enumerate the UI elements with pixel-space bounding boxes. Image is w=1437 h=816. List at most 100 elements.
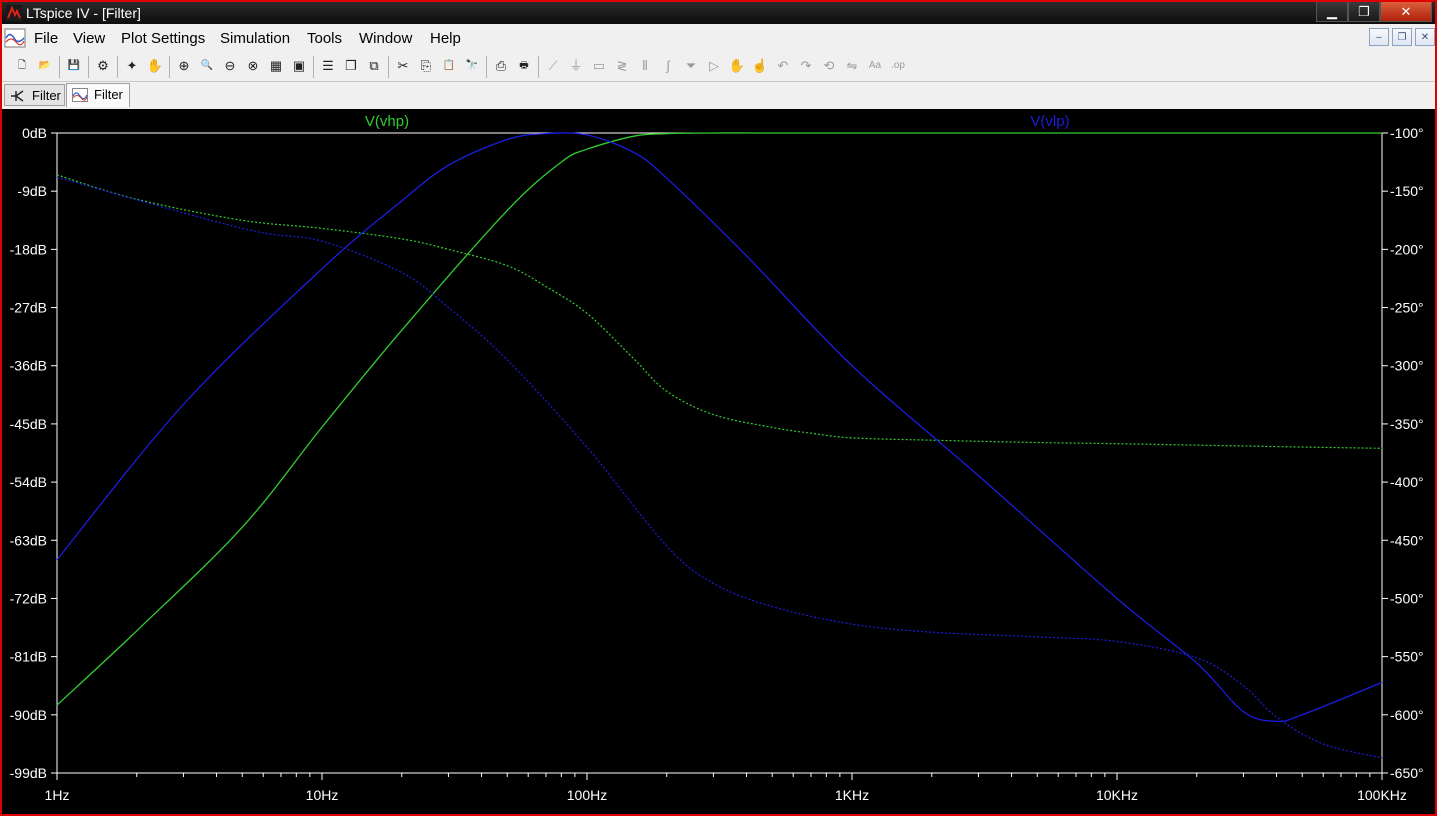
cut-icon[interactable]: ✂ [393,56,413,76]
y-left-tick-label: -90dB [10,707,47,723]
rotate-icon[interactable]: ⟲ [819,56,839,76]
menu-simulation[interactable]: Simulation [220,30,290,47]
y-left-tick-label: -81dB [10,649,47,665]
y-left-tick-label: 0dB [22,125,47,141]
find-icon[interactable]: 🔭 [462,56,482,76]
legend-vvlp: V(vlp) [1030,113,1069,130]
pan-hand-icon[interactable]: ✋ [145,56,165,76]
spice-directive-icon[interactable]: .op [888,56,908,76]
label-icon[interactable]: ▭ [589,56,609,76]
print-preview-icon[interactable]: ⎙ [491,56,511,76]
minimize-button[interactable]: ▁ [1316,2,1348,22]
x-tick-label: 100KHz [1357,787,1407,803]
x-tick-label: 100Hz [567,787,607,803]
print-icon[interactable]: 🖶 [514,56,534,76]
menu-file[interactable]: File [34,30,58,47]
y-right-tick-label: -550° [1390,649,1424,665]
waveform-document-icon[interactable] [4,28,26,48]
y-right-tick-label: -100° [1390,125,1424,141]
waveform-plot[interactable]: 0dB -9dB -18dB -27dB -36dB -45dB -54dB -63dB -72… [2,109,1435,814]
drag-icon[interactable]: ☝ [750,56,770,76]
y-right-tick-label: -400° [1390,474,1424,490]
text-icon[interactable]: Aa [865,56,885,76]
ltspice-logo-icon [6,5,22,21]
y-left-tick-label: -45dB [10,416,47,432]
menu-window[interactable]: Window [359,30,412,47]
tab-schematic-filter[interactable]: Filter [4,84,65,106]
zoom-out-icon[interactable]: ⊖ [220,56,240,76]
series-vvlp-phase [56,176,1383,759]
capacitor-icon[interactable]: ⫴ [635,56,655,76]
tab-label: Filter [32,88,61,103]
y-left-tick-label: -27dB [10,300,47,316]
series-vvlp-magnitude [56,132,1383,723]
fit-icon[interactable]: ▣ [289,56,309,76]
x-tick-label: 10KHz [1096,787,1138,803]
ground-icon[interactable]: ⏚ [566,56,586,76]
zoom-area-icon[interactable]: 🔍 [197,56,217,76]
toolbar: 🗋 📂 💾 ⚙ ✦ ✋ ⊕ 🔍 ⊖ ⊗ ▦ ▣ ☰ ❐ ⧉ ✂ ⎘ 📋 🔭 ⎙ 🖶 ⟋ ⏚ ▭ ≷ ⫴ ∫ ⏷ ▷ ✋ ☝ ↶ ↷ ⟲ ⇋ Aa .op [2,53,1435,82]
open-icon[interactable]: 📂 [35,56,55,76]
bode-plot-chart[interactable]: 0dB -9dB -18dB -27dB -36dB -45dB -54dB -63dB -72… [2,109,1435,814]
x-tick-label: 10Hz [306,787,339,803]
autorange-icon[interactable]: ▦ [266,56,286,76]
menu-help[interactable]: Help [430,30,461,47]
wire-icon[interactable]: ⟋ [543,56,563,76]
control-panel-icon[interactable]: ⚙ [93,56,113,76]
y-left-tick-label: -36dB [10,358,47,374]
undo-icon[interactable]: ↶ [773,56,793,76]
mdi-close-button[interactable]: ✕ [1415,28,1435,46]
y-left-tick-label: -9dB [17,183,47,199]
y-right-tick-label: -350° [1390,416,1424,432]
y-left-tick-label: -54dB [10,474,47,490]
copy-icon[interactable]: ⎘ [416,56,436,76]
menu-tools[interactable]: Tools [307,30,342,47]
legend-vvhp: V(vhp) [365,113,409,130]
mdi-restore-button[interactable]: ❐ [1392,28,1412,46]
toolbar-separator [59,56,60,78]
component-icon[interactable]: ▷ [704,56,724,76]
y-right-tick-label: -300° [1390,358,1424,374]
series-vvhp-phase [56,174,1383,449]
mdi-minimize-button[interactable]: – [1369,28,1389,46]
y-right-tick-label: -650° [1390,765,1424,781]
new-schematic-icon[interactable]: 🗋 [12,56,32,76]
title-bar[interactable]: LTspice IV - [Filter] ▁ ❐ ✕ [2,2,1435,24]
inductor-icon[interactable]: ∫ [658,56,678,76]
window-title: LTspice IV - [Filter] [26,5,141,21]
move-icon[interactable]: ✋ [727,56,747,76]
resistor-icon[interactable]: ≷ [612,56,632,76]
menu-bar: File View Plot Settings Simulation Tools… [2,26,1435,52]
paste-icon[interactable]: 📋 [439,56,459,76]
tab-label: Filter [94,87,123,102]
cascade-icon[interactable]: ❐ [341,56,361,76]
x-tick-label: 1KHz [835,787,869,803]
series-vvhp-magnitude [56,132,1382,706]
tab-waveform-filter[interactable]: Filter [66,83,130,107]
toolbar-separator [88,56,89,78]
toolbar-separator [388,56,389,78]
toolbar-separator [117,56,118,78]
tile-vertical-icon[interactable]: ⧉ [364,56,384,76]
close-button[interactable]: ✕ [1380,2,1432,22]
maximize-button[interactable]: ❐ [1348,2,1380,22]
y-right-tick-label: -450° [1390,532,1424,548]
y-right-tick-label: -150° [1390,183,1424,199]
run-icon[interactable]: ✦ [122,56,142,76]
schematic-icon [11,90,24,102]
y-right-tick-label: -500° [1390,590,1424,606]
zoom-in-icon[interactable]: ⊕ [174,56,194,76]
redo-icon[interactable]: ↷ [796,56,816,76]
menu-view[interactable]: View [73,30,105,47]
toolbar-separator [538,56,539,78]
y-left-tick-label: -72dB [10,590,47,606]
zoom-cancel-icon[interactable]: ⊗ [243,56,263,76]
y-right-tick-label: -600° [1390,707,1424,723]
diode-icon[interactable]: ⏷ [681,56,701,76]
document-tabs: Filter Filter [2,82,1435,108]
mirror-icon[interactable]: ⇋ [842,56,862,76]
y-right-tick-label: -250° [1390,300,1424,316]
menu-plot-settings[interactable]: Plot Settings [121,30,205,47]
tile-horizontal-icon[interactable]: ☰ [318,56,338,76]
save-icon[interactable]: 💾 [64,56,84,76]
